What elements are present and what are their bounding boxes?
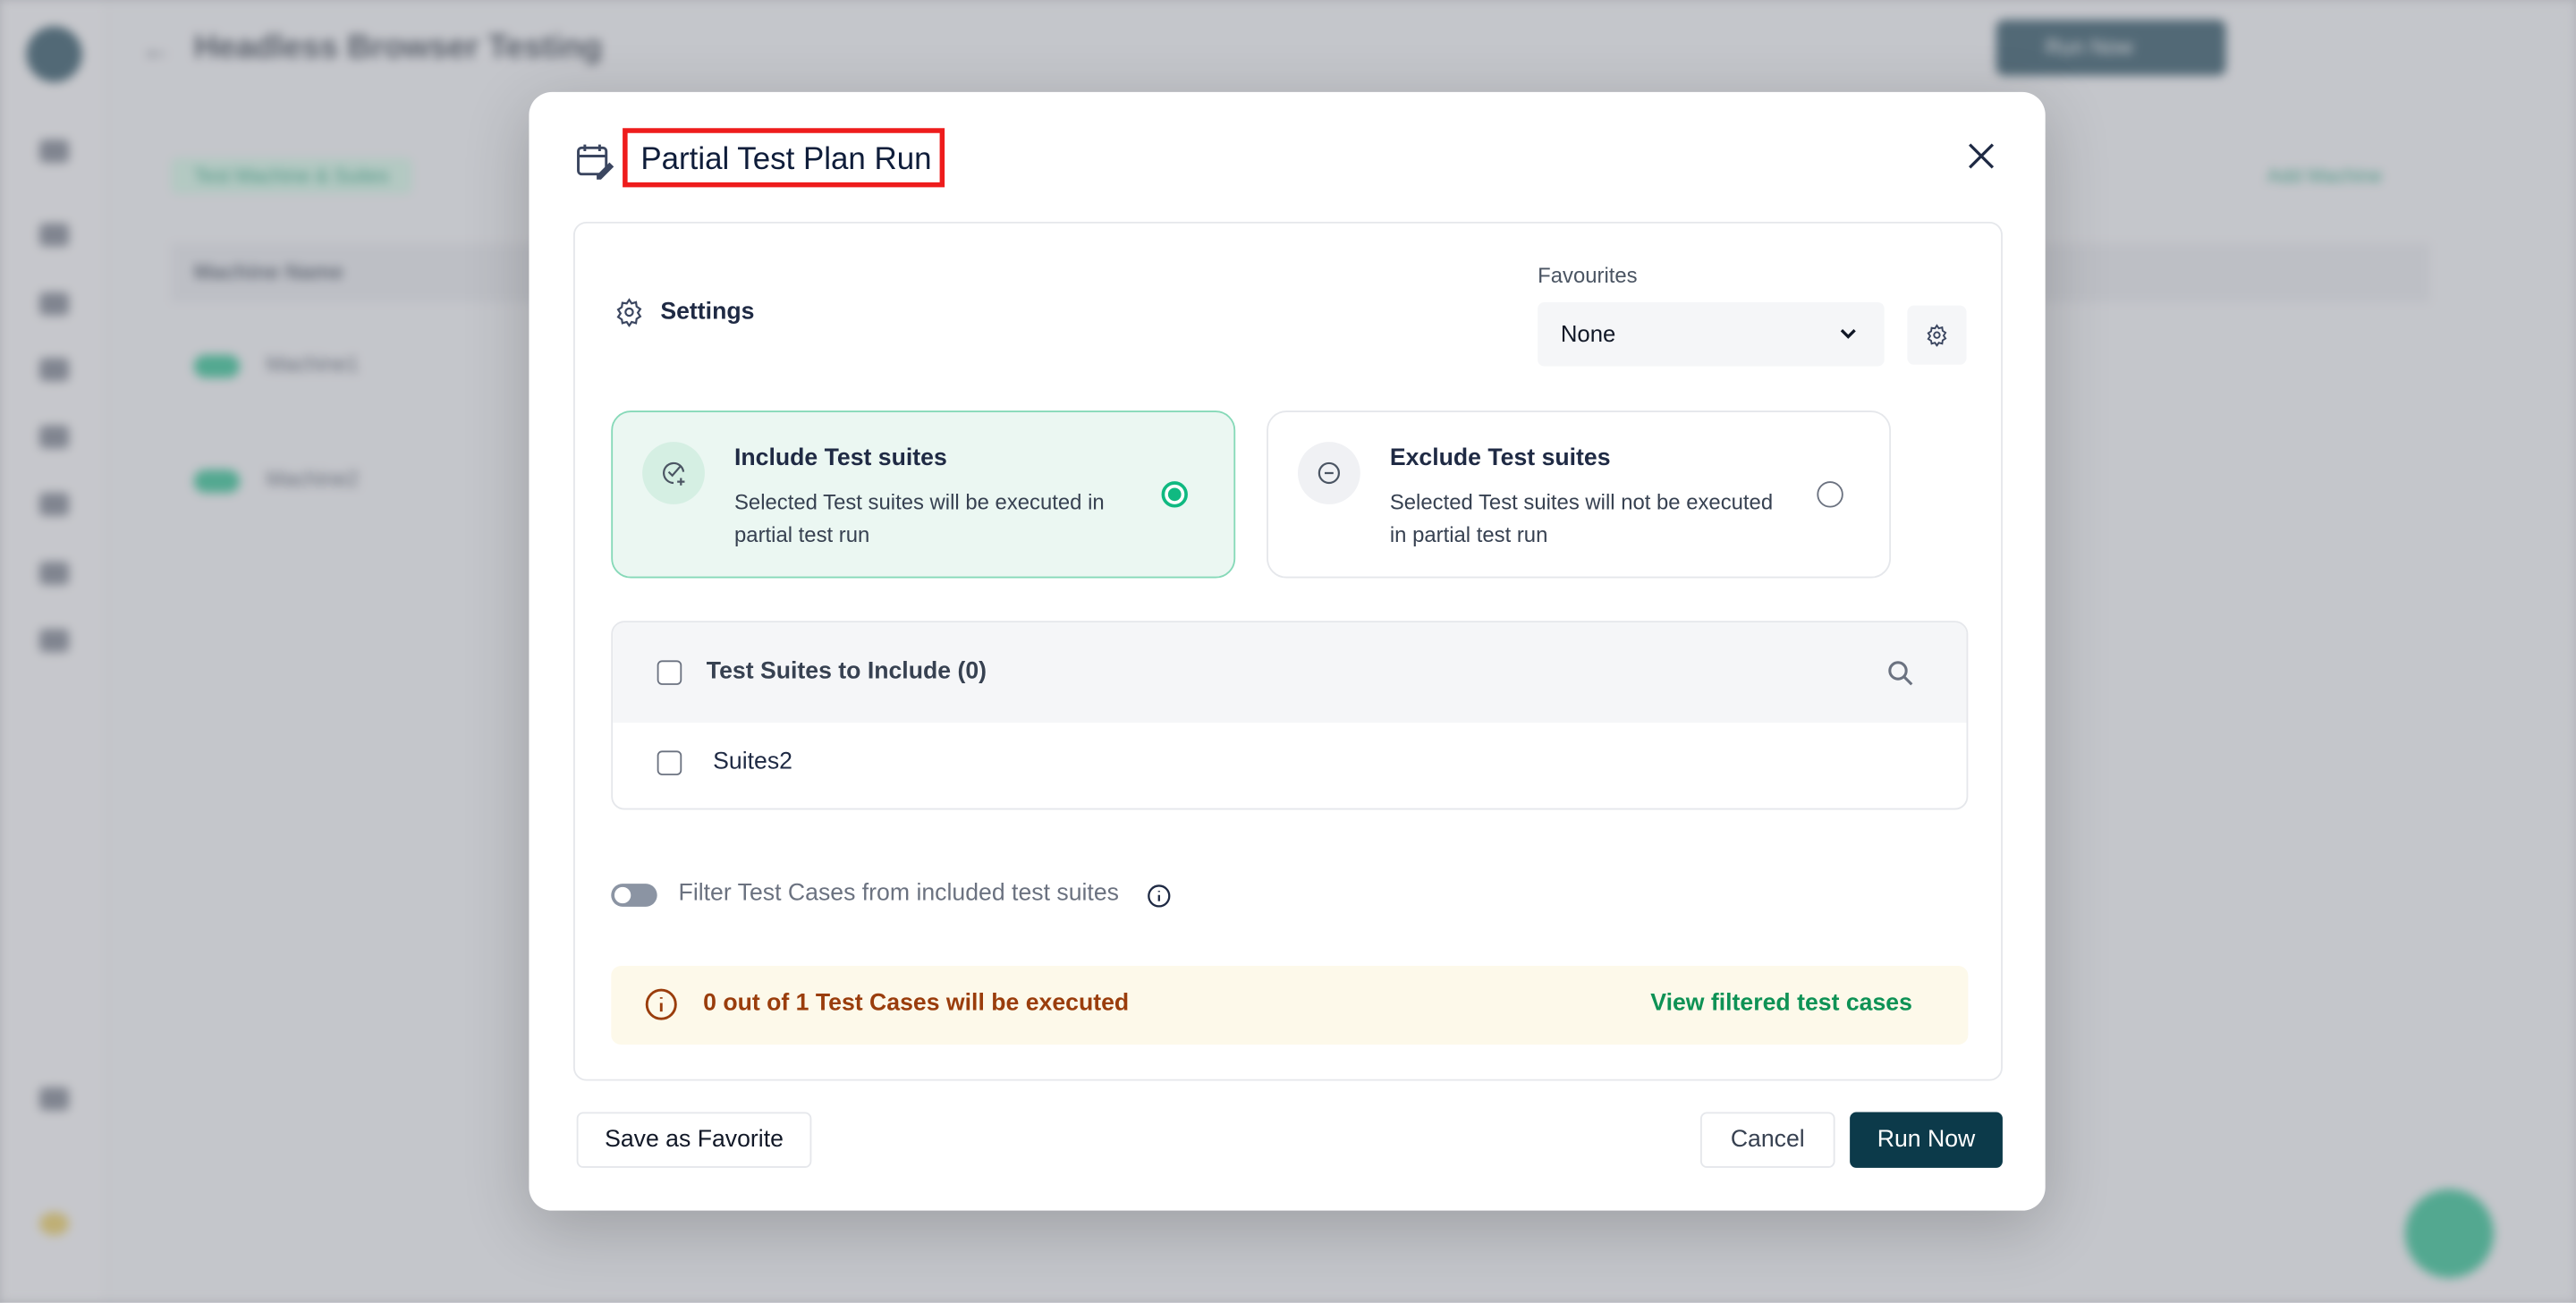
title-highlight: Partial Test Plan Run <box>623 128 945 188</box>
search-icon[interactable] <box>1885 657 1918 690</box>
run-now-button[interactable]: Run Now <box>1850 1112 2003 1168</box>
minus-circle-icon <box>1318 461 1341 485</box>
exclude-icon-wrap <box>1297 442 1360 504</box>
exclude-option-title: Exclude Test suites <box>1389 444 1611 472</box>
suite-checkbox[interactable] <box>657 750 682 775</box>
test-suites-header: Test Suites to Include (0) <box>613 622 1967 723</box>
gear-icon <box>616 298 642 327</box>
settings-heading: Settings <box>614 297 755 327</box>
include-test-suites-option[interactable]: Include Test suites Selected Test suites… <box>611 410 1236 579</box>
favourites-select[interactable]: None <box>1538 301 1885 367</box>
test-suites-table: Test Suites to Include (0) Suites2 <box>611 621 1969 810</box>
info-icon[interactable] <box>1147 884 1172 909</box>
include-icon-wrap <box>642 442 705 504</box>
exclude-radio[interactable] <box>1817 481 1843 508</box>
list-item[interactable]: Suites2 <box>613 723 1966 808</box>
select-all-checkbox[interactable] <box>657 660 682 685</box>
close-icon[interactable] <box>1963 138 1999 173</box>
favourites-selected-value: None <box>1560 320 1616 347</box>
view-filtered-test-cases-link[interactable]: View filtered test cases <box>1650 991 1912 1017</box>
settings-label: Settings <box>660 299 755 326</box>
include-radio[interactable] <box>1161 481 1188 508</box>
execution-summary-text: 0 out of 1 Test Cases will be executed <box>703 990 1130 1017</box>
save-as-favorite-button[interactable]: Save as Favorite <box>576 1112 812 1168</box>
dialog-title: Partial Test Plan Run <box>640 142 932 178</box>
execution-summary-banner: 0 out of 1 Test Cases will be executed V… <box>611 965 1969 1045</box>
favourites-label: Favourites <box>1538 262 1638 288</box>
info-warning-icon <box>645 988 677 1020</box>
filter-test-cases-label: Filter Test Cases from included test sui… <box>678 880 1119 907</box>
filter-test-cases-toggle[interactable] <box>611 884 657 907</box>
partial-test-plan-run-dialog: Partial Test Plan Run Settings Favourite… <box>529 91 2046 1211</box>
settings-card: Settings Favourites None Include Test su… <box>573 221 2003 1081</box>
check-circle-plus-icon <box>663 461 685 486</box>
suite-name: Suites2 <box>713 749 792 775</box>
favourites-settings-button[interactable] <box>1907 305 1967 365</box>
calendar-edit-icon <box>577 144 614 180</box>
exclude-test-suites-option[interactable]: Exclude Test suites Selected Test suites… <box>1267 410 1892 579</box>
exclude-option-description: Selected Test suites will not be execute… <box>1389 489 1774 547</box>
test-suites-header-label: Test Suites to Include (0) <box>706 658 987 685</box>
chevron-down-icon <box>1840 329 1856 339</box>
include-option-title: Include Test suites <box>734 444 947 472</box>
gear-icon <box>1927 324 1947 347</box>
cancel-button[interactable]: Cancel <box>1699 1112 1835 1168</box>
include-option-description: Selected Test suites will be executed in… <box>734 489 1105 547</box>
